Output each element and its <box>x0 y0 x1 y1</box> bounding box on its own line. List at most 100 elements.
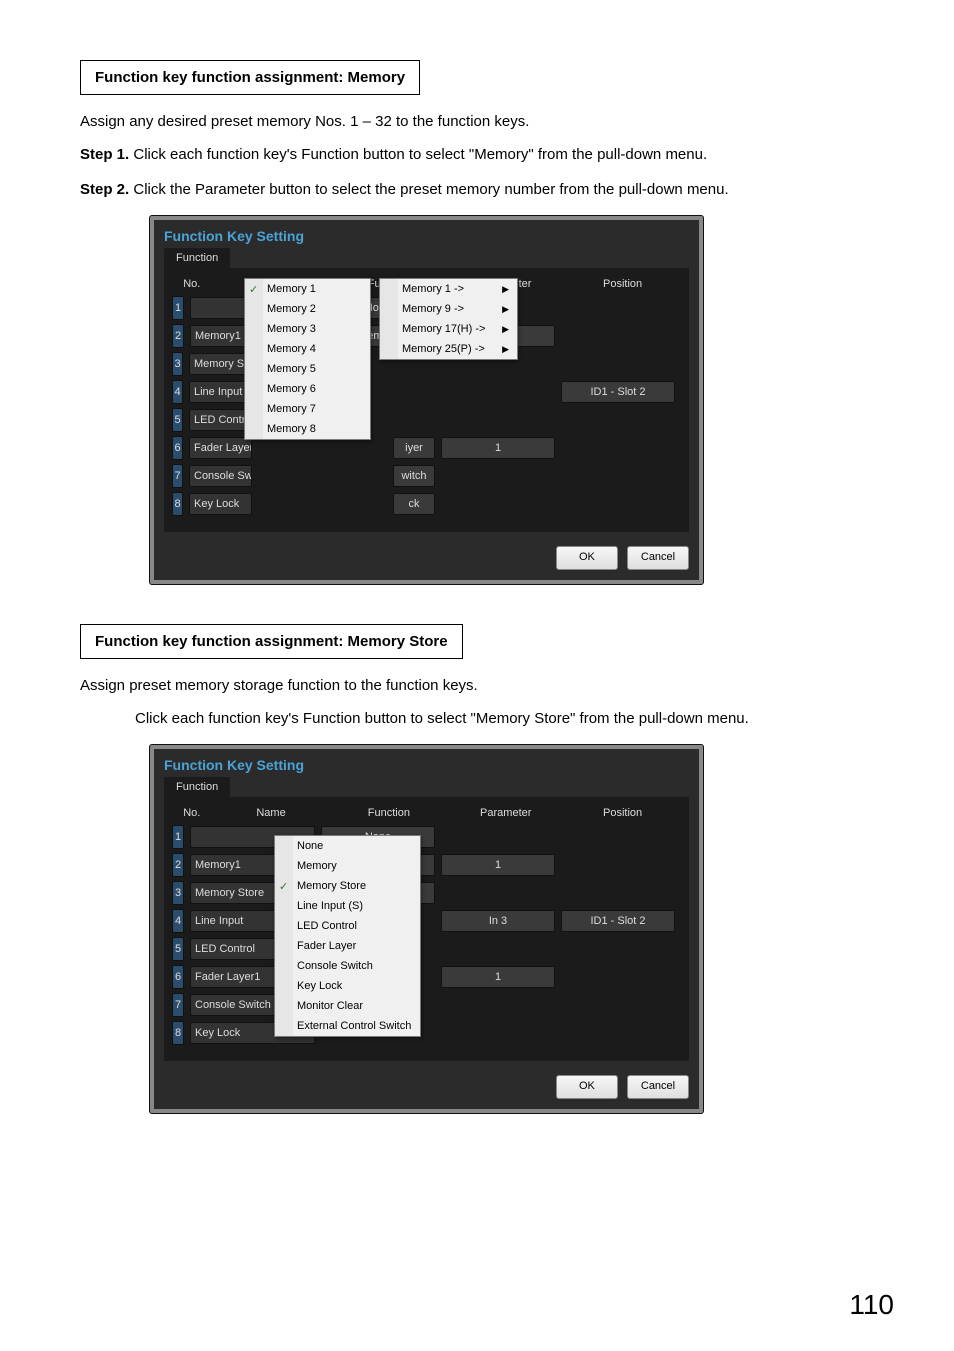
menu-item[interactable]: Key Lock <box>275 976 420 996</box>
menu-item[interactable]: External Control Switch <box>275 1016 420 1036</box>
menu-item[interactable]: Memory 25(P) -> ▶ <box>380 339 517 359</box>
menu-item[interactable]: Memory 4 <box>245 339 370 359</box>
row-number-button[interactable]: 1 <box>172 825 184 849</box>
menu-item[interactable]: None <box>275 836 420 856</box>
screenshot-memory-store: Function Key Setting Function No. Name F… <box>150 745 874 1113</box>
menu-item-label: Memory 5 <box>267 363 316 375</box>
menu-item[interactable]: Memory 7 <box>245 399 370 419</box>
memory-submenu-groups: Memory 1 ->▶Memory 9 ->▶Memory 17(H) ->▶… <box>379 278 518 360</box>
row-number-button[interactable]: 6 <box>172 965 184 989</box>
row-number-button[interactable]: 4 <box>172 380 183 404</box>
function-key-row: 7 Console Sw witch <box>172 464 681 488</box>
function-key-row: 7Console Switch <box>172 993 681 1017</box>
function-dropdown-menu: None Memory ✓ Memory Store Line Input (S)LED… <box>274 835 421 1037</box>
grid-header: No. Name Function Parameter Position <box>172 805 681 825</box>
menu-item[interactable]: LED Control <box>275 916 420 936</box>
check-icon: ✓ <box>249 283 258 296</box>
check-icon: ✓ <box>279 880 288 893</box>
name-input[interactable]: Console Sw <box>189 465 252 487</box>
tab-function[interactable]: Function <box>164 777 230 797</box>
name-input[interactable]: LED Contro <box>189 409 252 431</box>
row-number-button[interactable]: 2 <box>172 853 184 877</box>
function-button[interactable]: witch <box>393 465 435 487</box>
menu-item-label: Memory 25(P) -> <box>402 343 485 355</box>
menu-item-label: Memory 1 -> <box>402 283 464 295</box>
parameter-button[interactable]: In 3 <box>441 910 555 932</box>
menu-item-label: Memory 6 <box>267 383 316 395</box>
row-number-button[interactable]: 3 <box>172 352 183 376</box>
parameter-button[interactable]: 1 <box>441 966 555 988</box>
menu-item-label: Memory 7 <box>267 403 316 415</box>
menu-item[interactable]: Memory 8 <box>245 419 370 439</box>
row-number-button[interactable]: 2 <box>172 324 184 348</box>
function-key-row: 3Memory StoreMemory Store <box>172 881 681 905</box>
submenu-arrow-icon: ▶ <box>502 344 509 355</box>
row-number-button[interactable]: 5 <box>172 408 183 432</box>
menu-item[interactable]: Memory 1 ->▶ <box>380 279 517 299</box>
tab-function[interactable]: Function <box>164 248 230 268</box>
dialog-title: Function Key Setting <box>154 749 699 777</box>
name-input[interactable]: Line Input <box>189 381 252 403</box>
ok-button[interactable]: OK <box>556 546 618 570</box>
function-key-row: 1 None <box>172 825 681 849</box>
parameter-button[interactable]: 1 <box>441 854 555 876</box>
row-number-button[interactable]: 8 <box>172 492 183 516</box>
row-number-button[interactable]: 3 <box>172 881 184 905</box>
function-key-setting-dialog: Function Key Setting Function No. Name F… <box>150 216 703 584</box>
row-number-button[interactable]: 5 <box>172 937 184 961</box>
menu-item[interactable]: Memory 9 -> ▶ <box>380 299 517 319</box>
header-pos: Position <box>564 278 681 290</box>
row-number-button[interactable]: 1 <box>172 296 184 320</box>
row-number-button[interactable]: 7 <box>172 464 183 488</box>
cancel-button[interactable]: Cancel <box>627 546 689 570</box>
position-button[interactable]: ID1 - Slot 2 <box>561 381 675 403</box>
parameter-button[interactable]: 1 <box>441 437 555 459</box>
menu-item[interactable]: Line Input (S) <box>275 896 420 916</box>
menu-item-label: None <box>297 840 323 852</box>
menu-item-label: Memory 8 <box>267 423 316 435</box>
function-key-row: 8Key Lock <box>172 1021 681 1045</box>
menu-item-label: Memory <box>297 860 337 872</box>
function-button[interactable]: ck <box>393 493 435 515</box>
menu-item[interactable]: Memory 17(H) ->▶ <box>380 319 517 339</box>
row-number-button[interactable]: 7 <box>172 993 184 1017</box>
menu-item[interactable]: ✓ Memory Store <box>275 876 420 896</box>
menu-item[interactable]: ✓Memory 1 <box>245 279 370 299</box>
cancel-button[interactable]: Cancel <box>627 1075 689 1099</box>
menu-item-label: Memory 17(H) -> <box>402 323 485 335</box>
menu-item[interactable]: Memory 2 <box>245 299 370 319</box>
ok-button[interactable]: OK <box>556 1075 618 1099</box>
row-number-button[interactable]: 6 <box>172 436 183 460</box>
section-desc-memory: Assign any desired preset memory Nos. 1 … <box>80 113 874 130</box>
section-title-memory: Function key function assignment: Memory <box>80 60 420 95</box>
name-input[interactable]: Fader Layer <box>189 437 252 459</box>
memory-submenu-items: ✓Memory 1Memory 2 Memory 3 Memory 4 Memory … <box>244 278 371 440</box>
name-input[interactable]: Memory St <box>189 353 252 375</box>
menu-item-label: Key Lock <box>297 980 342 992</box>
name-input[interactable]: Key Lock <box>189 493 252 515</box>
step1-label: Step 1. <box>80 146 129 163</box>
step1-line: Step 1. Click each function key's Functi… <box>80 146 874 163</box>
menu-item[interactable]: Memory <box>275 856 420 876</box>
header-name: Name <box>212 807 331 819</box>
row-number-button[interactable]: 4 <box>172 909 184 933</box>
step1-text: Click each function key's Function butto… <box>133 146 707 163</box>
menu-item[interactable]: Memory 5 <box>245 359 370 379</box>
menu-item-label: Memory Store <box>297 880 366 892</box>
menu-item[interactable]: Memory 6 <box>245 379 370 399</box>
function-button[interactable]: iyer <box>393 437 435 459</box>
menu-item[interactable]: Memory 3 <box>245 319 370 339</box>
position-button[interactable]: ID1 - Slot 2 <box>561 910 675 932</box>
dialog-title: Function Key Setting <box>154 220 699 248</box>
menu-item-label: Fader Layer <box>297 940 356 952</box>
screenshot-memory: Function Key Setting Function No. Name F… <box>150 216 874 584</box>
menu-item-label: Memory 3 <box>267 323 316 335</box>
submenu-arrow-icon: ▶ <box>502 304 509 315</box>
menu-item-label: Memory 9 -> <box>402 303 464 315</box>
function-key-row: 6Fader Layer11 <box>172 965 681 989</box>
menu-item[interactable]: Fader Layer <box>275 936 420 956</box>
header-no: No. <box>172 807 212 819</box>
row-number-button[interactable]: 8 <box>172 1021 184 1045</box>
menu-item[interactable]: Monitor Clear <box>275 996 420 1016</box>
menu-item[interactable]: Console Switch <box>275 956 420 976</box>
